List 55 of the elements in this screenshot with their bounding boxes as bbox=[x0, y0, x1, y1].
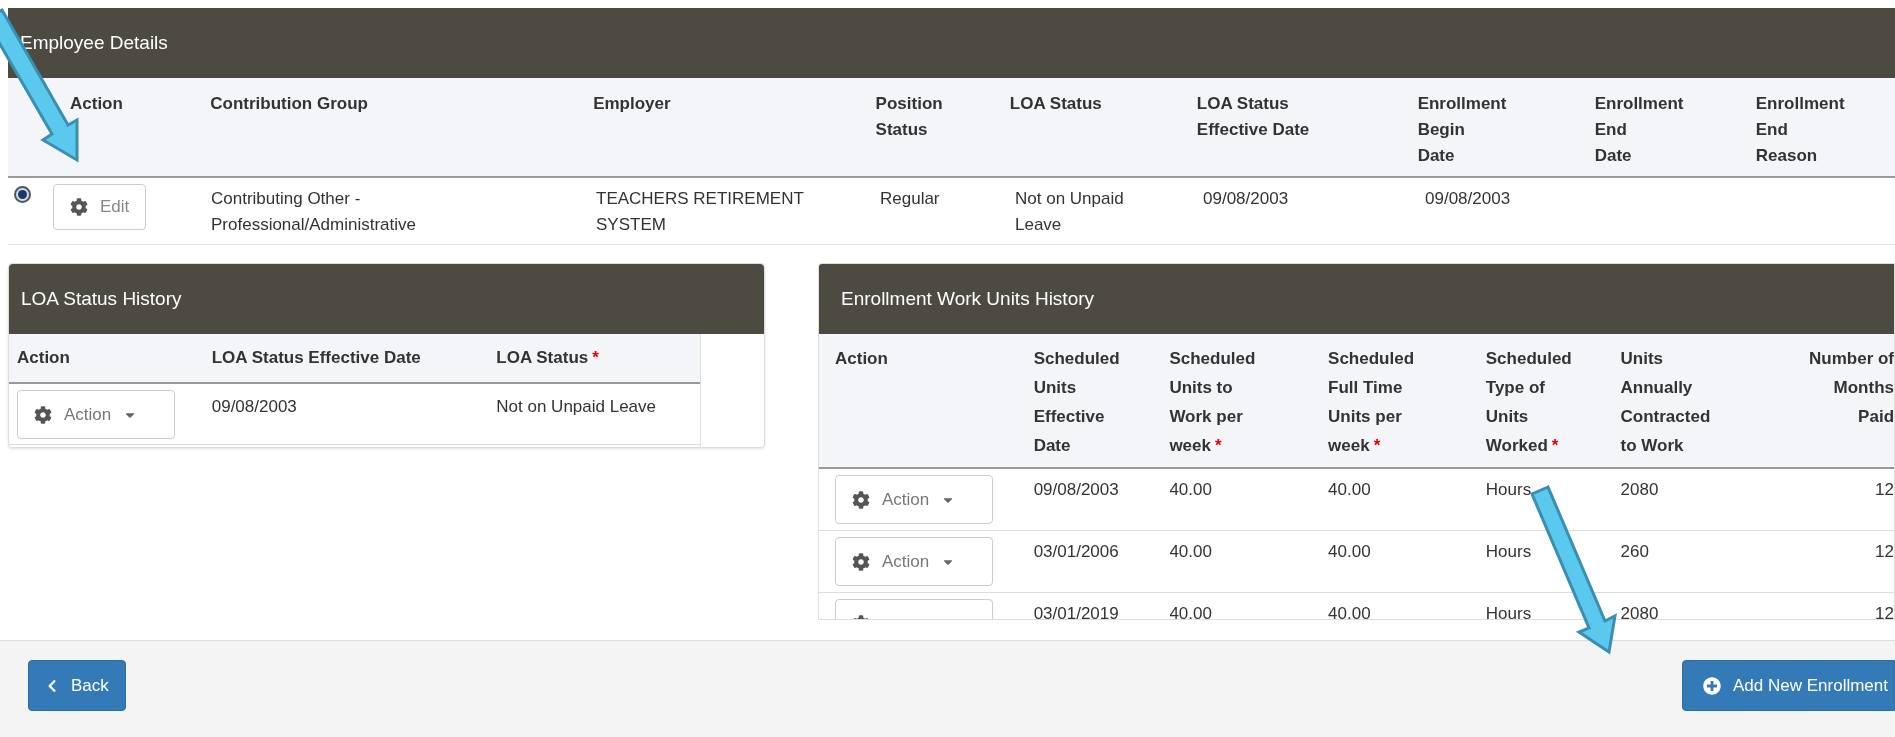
table-cell: 09/08/2003 bbox=[1425, 189, 1511, 208]
action-dropdown-button[interactable]: Action bbox=[835, 475, 993, 524]
column-header: LOA Status Effective Date bbox=[210, 347, 422, 370]
table-cell: 09/08/2003 bbox=[211, 397, 297, 416]
column-header: Scheduled Units to Work per week * bbox=[1169, 348, 1257, 457]
table-cell: 260 bbox=[1620, 542, 1649, 561]
column-header: Scheduled Full Time Units per week * bbox=[1328, 348, 1416, 457]
add-new-enrollment-button[interactable]: Add New Enrollment bbox=[1682, 660, 1895, 711]
radio-button[interactable] bbox=[14, 186, 31, 203]
column-header: Position Status bbox=[875, 93, 944, 141]
table-cell: Regular bbox=[880, 189, 940, 208]
table-cell: 12 bbox=[1875, 604, 1894, 619]
edit-button[interactable]: Edit bbox=[53, 184, 147, 230]
panel-title: LOA Status History bbox=[9, 264, 764, 334]
table-cell: 40.00 bbox=[1169, 604, 1212, 619]
column-header: Action bbox=[70, 94, 123, 113]
table-cell: Hours bbox=[1485, 604, 1532, 619]
column-header: LOA Status Effective Date bbox=[1196, 93, 1311, 141]
table-cell: 40.00 bbox=[1328, 542, 1371, 561]
column-header: Number of Months Paid bbox=[1808, 348, 1894, 428]
column-header: Contribution Group bbox=[210, 93, 369, 115]
table-cell: 12 bbox=[1875, 542, 1894, 561]
table-cell: 09/08/2003 bbox=[1203, 189, 1289, 208]
table-cell: 03/01/2019 bbox=[1033, 604, 1119, 619]
column-header: Units Annually Contracted to Work bbox=[1620, 348, 1712, 457]
action-dropdown-button[interactable]: Action bbox=[17, 390, 175, 439]
table-cell: Hours bbox=[1485, 480, 1532, 499]
table-cell: Not on Unpaid Leave bbox=[496, 397, 657, 416]
table-cell: 2080 bbox=[1620, 480, 1659, 499]
table-cell: 40.00 bbox=[1328, 604, 1371, 619]
table-cell: Not on Unpaid Leave bbox=[1015, 189, 1124, 234]
column-header: LOA Status bbox=[1009, 93, 1103, 115]
column-header: Action bbox=[835, 349, 888, 368]
table-cell: Hours bbox=[1485, 542, 1532, 561]
table-cell: 12 bbox=[1875, 480, 1894, 499]
column-header: Enrollment End Date bbox=[1594, 93, 1685, 167]
panel-title: Employee Details bbox=[8, 8, 1895, 78]
table-cell: 03/01/2006 bbox=[1033, 542, 1119, 561]
action-dropdown-button[interactable]: Action bbox=[835, 537, 993, 586]
column-header: Enrollment Begin Date bbox=[1417, 93, 1508, 167]
column-header: Employer bbox=[593, 93, 672, 115]
table-cell: Contributing Other - Professional/Administrative bbox=[211, 189, 417, 234]
table-cell: TEACHERS RETIREMENT SYSTEM bbox=[596, 189, 804, 234]
column-header: Action bbox=[17, 348, 70, 368]
panel-title: Enrollment Work Units History bbox=[819, 264, 1894, 334]
column-header: Enrollment End Reason bbox=[1755, 93, 1846, 167]
column-header: Scheduled Units Effective Date bbox=[1033, 348, 1121, 457]
table-cell: 40.00 bbox=[1169, 480, 1212, 499]
column-header: LOA Status * bbox=[495, 347, 600, 370]
back-button[interactable]: Back bbox=[28, 660, 126, 711]
table-cell: 2080 bbox=[1620, 604, 1659, 619]
table-cell: 09/08/2003 bbox=[1033, 480, 1119, 499]
table-cell: 40.00 bbox=[1169, 542, 1212, 561]
column-header: Scheduled Type of Units Worked * bbox=[1485, 348, 1573, 457]
table-cell: 40.00 bbox=[1328, 480, 1371, 499]
